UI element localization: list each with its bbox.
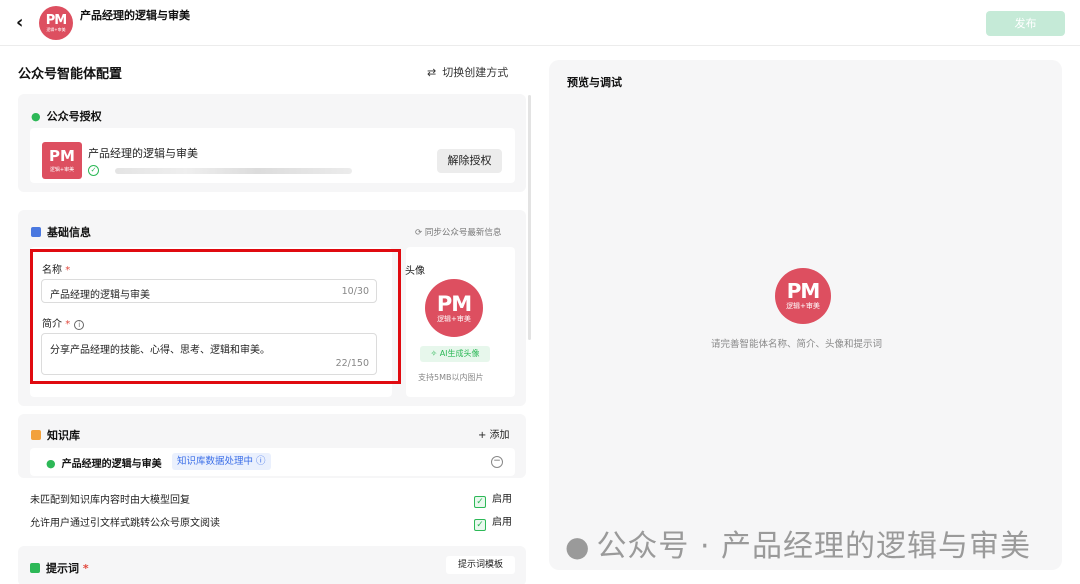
account-logo: PM 逻辑+审美 bbox=[42, 142, 82, 179]
checkbox-checked-icon[interactable]: ✓ bbox=[474, 496, 486, 508]
checkbox-checked-icon[interactable]: ✓ bbox=[474, 519, 486, 531]
agent-avatar: PM 逻辑+审美 bbox=[39, 6, 73, 40]
publish-button[interactable]: 发布 bbox=[986, 11, 1065, 36]
required-mark: * bbox=[82, 562, 89, 575]
citation-option-toggle[interactable]: ✓ 启用 bbox=[474, 513, 512, 531]
avatar-upload-sub: 逻辑+审美 bbox=[437, 314, 471, 323]
citation-option-label: 允许用户通过引文样式跳转公众号原文阅读 bbox=[30, 518, 220, 529]
wechat-icon: ● bbox=[46, 457, 56, 470]
scrollbar[interactable] bbox=[528, 95, 531, 340]
blurred-account-id bbox=[115, 168, 352, 174]
info-doc-icon bbox=[31, 227, 41, 237]
knowledge-heading-text: 知识库 bbox=[47, 429, 80, 442]
avatar-upload-mark: PM bbox=[436, 291, 472, 316]
fallback-option-label: 未匹配到知识库内容时由大模型回复 bbox=[30, 495, 190, 506]
preview-title: 预览与调试 bbox=[567, 76, 622, 89]
status-badge: 知识库数据处理中 ⓘ bbox=[172, 453, 271, 470]
add-knowledge-button[interactable]: + 添加 bbox=[478, 426, 510, 441]
prompt-icon bbox=[30, 563, 40, 573]
annotation-highlight-box bbox=[30, 249, 401, 384]
account-logo-sub: 逻辑+审美 bbox=[49, 167, 75, 173]
preview-avatar: PM 逻辑+审美 bbox=[775, 268, 831, 324]
citation-option-state: 启用 bbox=[492, 517, 512, 528]
config-title: 公众号智能体配置 bbox=[18, 67, 123, 82]
basic-heading: 基础信息 bbox=[31, 224, 91, 240]
swap-icon: ⇄ bbox=[427, 66, 437, 79]
prompt-heading: 提示词 * bbox=[30, 560, 89, 576]
sparkle-icon: ✧ bbox=[430, 349, 440, 358]
verified-check-icon: ✓ bbox=[88, 165, 99, 176]
preview-avatar-sub: 逻辑+审美 bbox=[786, 302, 820, 310]
preview-avatar-mark: PM bbox=[786, 279, 821, 303]
wechat-icon: ● bbox=[31, 110, 41, 123]
knowledge-item-name-text: 产品经理的逻辑与审美 bbox=[61, 459, 162, 470]
avatar-label: 头像 bbox=[405, 266, 425, 277]
knowledge-icon bbox=[31, 430, 41, 440]
switch-mode-label: 切换创建方式 bbox=[442, 66, 509, 79]
avatar-mark: PM bbox=[45, 13, 67, 28]
ai-avatar-button[interactable]: ✧ AI生成头像 bbox=[420, 346, 490, 362]
fallback-option-state: 启用 bbox=[492, 494, 512, 505]
account-name: 产品经理的逻辑与审美 bbox=[88, 147, 198, 160]
knowledge-heading: 知识库 bbox=[31, 427, 80, 443]
watermark: ● 公众号 · 产品经理的逻辑与审美 bbox=[565, 521, 1031, 565]
knowledge-item-name: ● 产品经理的逻辑与审美 bbox=[46, 455, 162, 470]
sync-latest-button[interactable]: ⟳ 同步公众号最新信息 bbox=[415, 226, 501, 238]
prompt-heading-text: 提示词 bbox=[46, 562, 79, 575]
preview-hint: 请完善智能体名称、简介、头像和提示词 bbox=[711, 339, 883, 350]
auth-heading: ● 公众号授权 bbox=[31, 108, 102, 124]
info-icon: ⓘ bbox=[256, 456, 266, 467]
wechat-icon: ● bbox=[565, 530, 591, 563]
avatar-size-hint: 支持5MB以内图片 bbox=[418, 373, 484, 382]
back-chevron-icon[interactable]: ‹ bbox=[16, 14, 34, 32]
top-bar: ‹ PM 逻辑+审美 产品经理的逻辑与审美 发布 bbox=[0, 0, 1080, 46]
basic-heading-text: 基础信息 bbox=[47, 226, 91, 239]
avatar-sub: 逻辑+审美 bbox=[46, 27, 66, 32]
fallback-option-toggle[interactable]: ✓ 启用 bbox=[474, 490, 512, 508]
switch-create-mode-button[interactable]: ⇄ 切换创建方式 bbox=[427, 64, 508, 80]
page-title: 产品经理的逻辑与审美 bbox=[80, 9, 190, 22]
status-badge-text: 知识库数据处理中 bbox=[177, 456, 254, 467]
watermark-text: 公众号 · 产品经理的逻辑与审美 bbox=[596, 529, 1032, 564]
revoke-auth-button[interactable]: 解除授权 bbox=[437, 149, 502, 173]
auth-heading-text: 公众号授权 bbox=[46, 110, 102, 123]
avatar-upload[interactable]: PM 逻辑+审美 bbox=[425, 279, 483, 337]
sync-label: 同步公众号最新信息 bbox=[424, 228, 502, 238]
prompt-template-button[interactable]: 提示词模板 bbox=[446, 556, 515, 574]
refresh-icon: ⟳ bbox=[415, 228, 425, 238]
remove-knowledge-icon[interactable]: − bbox=[491, 456, 503, 468]
account-logo-mark: PM bbox=[49, 147, 75, 165]
ai-avatar-label: AI生成头像 bbox=[439, 349, 480, 358]
